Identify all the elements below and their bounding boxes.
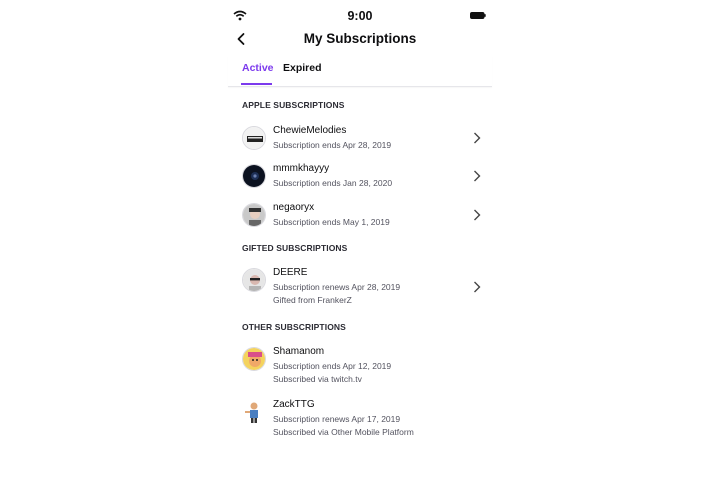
section-title-gifted: GIFTED SUBSCRIPTIONS (242, 243, 348, 253)
subscription-source: Subscribed via twitch.tv (273, 374, 362, 384)
list-item[interactable]: mmmkhayyy Subscription ends Jan 28, 2020 (228, 163, 492, 190)
subscription-source: Subscribed via Other Mobile Platform (273, 427, 414, 437)
subscription-status: Subscription ends Apr 12, 2019 (273, 361, 392, 371)
channel-name: ChewieMelodies (273, 125, 347, 136)
nav-header: My Subscriptions (228, 26, 492, 54)
chevron-right-icon (474, 132, 481, 144)
subscription-status: Subscription ends May 1, 2019 (273, 217, 390, 227)
avatar (242, 164, 266, 188)
gift-source: Gifted from FrankerZ (273, 295, 352, 305)
channel-name: mmmkhayyy (273, 163, 330, 174)
chevron-right-icon (474, 281, 481, 293)
section-title-other: OTHER SUBSCRIPTIONS (242, 322, 346, 332)
tab-active[interactable]: Active (242, 62, 274, 74)
subscription-status: Subscription renews Apr 17, 2019 (273, 414, 401, 424)
chevron-right-icon (474, 170, 481, 182)
channel-name: Shamanom (273, 346, 325, 357)
active-tab-indicator (241, 83, 272, 85)
subscription-status: Subscription ends Jan 28, 2020 (273, 178, 393, 188)
avatar (242, 126, 266, 150)
avatar (242, 400, 266, 424)
list-item: Shamanom Subscription ends Apr 12, 2019 … (228, 346, 492, 387)
channel-name: negaoryx (273, 202, 315, 213)
status-time: 9:00 (347, 9, 373, 23)
phone-screen: 9:00 My Subscriptions Active Expired APP… (228, 0, 492, 480)
page-title: My Subscriptions (303, 31, 417, 46)
channel-name: DEERE (273, 267, 308, 278)
avatar (242, 203, 266, 227)
avatar (242, 268, 266, 292)
list-item[interactable]: negaoryx Subscription ends May 1, 2019 (228, 202, 492, 229)
list-item: ZackTTG Subscription renews Apr 17, 2019… (228, 399, 492, 440)
tab-expired[interactable]: Expired (283, 62, 322, 74)
battery-icon (470, 12, 486, 19)
tab-bar: Active Expired (228, 56, 492, 87)
channel-name: ZackTTG (273, 399, 315, 410)
subscription-status: Subscription ends Apr 28, 2019 (273, 140, 392, 150)
list-item[interactable]: ChewieMelodies Subscription ends Apr 28,… (228, 125, 492, 152)
chevron-right-icon (474, 209, 481, 221)
avatar (242, 347, 266, 371)
list-item[interactable]: DEERE Subscription renews Apr 28, 2019 G… (228, 267, 492, 308)
subscription-status: Subscription renews Apr 28, 2019 (273, 282, 401, 292)
section-title-apple: APPLE SUBSCRIPTIONS (242, 100, 345, 110)
